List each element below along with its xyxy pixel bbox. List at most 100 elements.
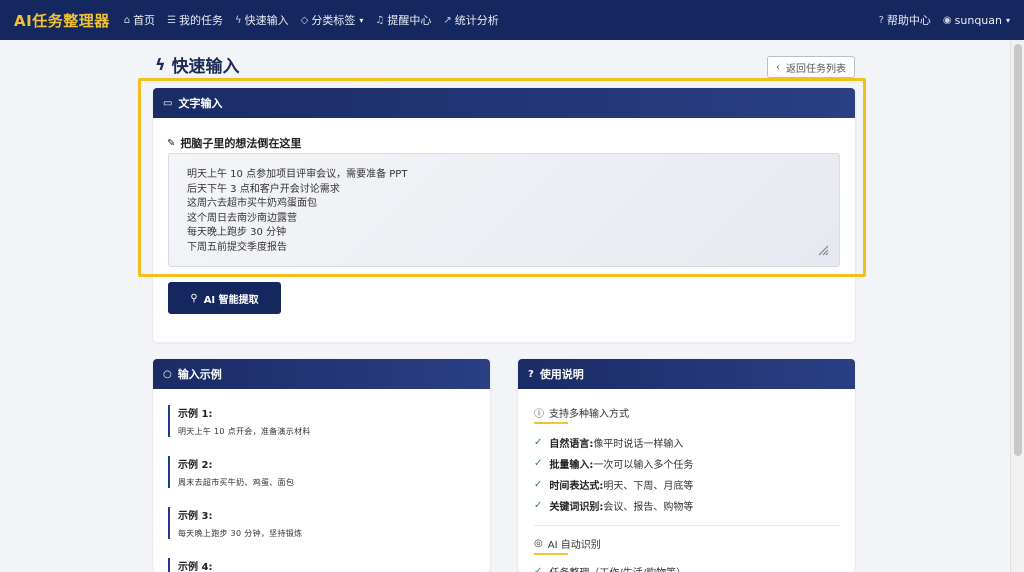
textarea-label-text: 把脑子里的想法倒在这里 [180, 137, 302, 150]
feature-desc: 像平时说话一样输入 [593, 439, 684, 450]
example-title: 示例 2: [178, 460, 213, 471]
home-icon: ⌂ [123, 14, 131, 26]
check-icon: ✓ [534, 458, 543, 469]
check-icon: ✓ [534, 566, 543, 572]
textarea-line: 这个周日去南沙南边露营 [187, 212, 297, 224]
chevron-down-icon: ▾ [1005, 15, 1010, 25]
page-title-text: 快速输入 [171, 57, 240, 77]
textarea-label: ✎ 把脑子里的想法倒在这里 [167, 135, 301, 151]
feature-item: ✓ 自然语言: 像平时说话一样输入 [534, 435, 683, 450]
example-item[interactable]: 示例 4: [168, 558, 478, 572]
feature-name: 关键词识别: [549, 502, 604, 513]
section-title-text: AI 自动识别 [547, 540, 601, 551]
feature-desc: 会议、报告、购物等 [603, 502, 694, 513]
chart-icon: ↗ [443, 14, 452, 26]
nav-help-label: 帮助中心 [886, 14, 931, 27]
example-text: 明天上午 10 点开会，准备演示材料 [178, 427, 311, 436]
nav-user-menu[interactable]: ◉ sunquan ▾ [943, 14, 1010, 27]
tag-icon: ◇ [300, 14, 309, 26]
back-to-task-list-button[interactable]: ‹ 返回任务列表 [767, 56, 855, 78]
keyboard-icon: ▭ [163, 97, 173, 109]
nav-right-group: ? 帮助中心 ◉ sunquan ▾ [867, 12, 1010, 28]
feature-name: 自然语言: [549, 439, 594, 450]
example-item[interactable]: 示例 1: 明天上午 10 点开会，准备演示材料 [168, 405, 478, 437]
bolt-icon: ϟ [235, 14, 242, 26]
bolt-icon: ϟ [155, 55, 166, 74]
edit-icon: ✎ [167, 137, 176, 149]
ai-extract-button-label: AI 智能提取 [203, 294, 259, 306]
back-button-label: 返回任务列表 [786, 63, 846, 75]
feature-desc: 任务整理（工作/生活/购物等） [549, 564, 686, 572]
usage-instructions-card: ? 使用说明 ⓘ 支持多种输入方式 ✓ 自然语言: 像平时说话一样输入 ✓ 批量输… [518, 359, 855, 572]
check-icon: ✓ [534, 479, 543, 490]
section-underline [534, 553, 568, 555]
nav-home-label: 首页 [133, 14, 156, 27]
tasks-icon: ☰ [167, 14, 177, 26]
feature-item: ✓ 时间表达式: 明天、下周、月底等 [534, 477, 693, 492]
chevron-down-icon: ▾ [359, 15, 364, 25]
resize-grip-icon[interactable] [817, 244, 829, 256]
top-navbar: AI任务整理器 ⌂ 首页 ☰ 我的任务 ϟ 快速输入 ◇ 分类标签 ▾ ♫ 提醒中心 ↗ 统计… [0, 0, 1024, 40]
nav-category-tags-label: 分类标签 [311, 14, 356, 27]
robot-icon: ◎ [534, 538, 543, 549]
text-input-card-title: 文字输入 [178, 97, 223, 110]
chevron-left-icon: ‹ [776, 61, 780, 73]
example-item[interactable]: 示例 2: 周末去超市买牛奶、鸡蛋、面包 [168, 456, 478, 488]
textarea-line: 每天晚上跑步 30 分钟 [187, 227, 287, 238]
section-title-ai-recognition: ◎ AI 自动识别 [534, 536, 601, 551]
nav-quick-input[interactable]: ϟ 快速输入 [235, 12, 289, 28]
nav-category-tags[interactable]: ◇ 分类标签 ▾ [301, 12, 364, 28]
textarea-line: 后天下午 3 点和客户开会讨论需求 [187, 183, 340, 195]
example-title: 示例 4: [178, 562, 213, 572]
lightbulb-icon: ○ [163, 368, 172, 380]
nav-home[interactable]: ⌂ 首页 [124, 12, 155, 28]
bell-icon: ♫ [375, 14, 385, 26]
nav-reminders[interactable]: ♫ 提醒中心 [375, 12, 431, 28]
question-circle-icon: ? [528, 368, 534, 380]
page-title: ϟ 快速输入 [155, 52, 240, 77]
feature-item: ✓ 批量输入: 一次可以输入多个任务 [534, 456, 693, 471]
nav-help[interactable]: ? 帮助中心 [879, 12, 931, 28]
textarea-line: 明天上午 10 点参加项目评审会议，需要准备 PPT [187, 169, 408, 180]
page-scrollbar[interactable] [1010, 40, 1024, 572]
scrollbar-thumb[interactable] [1014, 44, 1022, 456]
feature-name: 时间表达式: [549, 481, 604, 492]
example-text: 每天晚上跑步 30 分钟，坚持锻炼 [178, 529, 303, 538]
feature-name: 批量输入: [549, 460, 594, 471]
example-text: 周末去超市买牛奶、鸡蛋、面包 [178, 478, 295, 487]
nav-quick-input-label: 快速输入 [244, 14, 289, 27]
question-circle-icon: ? [878, 14, 884, 26]
nav-statistics-label: 统计分析 [454, 14, 499, 27]
section-divider [534, 525, 840, 526]
text-input-card: ▭ 文字输入 ✎ 把脑子里的想法倒在这里 明天上午 10 点参加项目评审会议，需… [153, 88, 855, 342]
feature-desc: 一次可以输入多个任务 [593, 460, 694, 471]
example-item[interactable]: 示例 3: 每天晚上跑步 30 分钟，坚持锻炼 [168, 507, 478, 539]
thoughts-textarea[interactable]: 明天上午 10 点参加项目评审会议，需要准备 PPT 后天下午 3 点和客户开会… [168, 153, 840, 267]
text-input-card-header: ▭ 文字输入 [153, 88, 855, 118]
check-icon: ✓ [534, 437, 543, 448]
examples-card-title: 输入示例 [177, 368, 222, 381]
ai-extract-button[interactable]: ⚲ AI 智能提取 [168, 282, 281, 314]
feature-item: ✓ 关键词识别: 会议、报告、购物等 [534, 498, 693, 513]
user-icon: ◉ [942, 14, 952, 26]
textarea-line: 这周六去超市买牛奶鸡蛋面包 [187, 198, 317, 209]
section-underline [534, 422, 568, 424]
input-examples-card: ○ 输入示例 示例 1: 明天上午 10 点开会，准备演示材料 示例 2: 周末… [153, 359, 490, 572]
example-title: 示例 3: [178, 511, 213, 522]
magic-wand-icon: ⚲ [190, 292, 198, 304]
nav-user-name: sunquan [954, 13, 1002, 27]
section-title-input-methods: ⓘ 支持多种输入方式 [534, 405, 629, 420]
info-circle-icon: ⓘ [534, 409, 544, 420]
brand-logo[interactable]: AI任务整理器 [14, 10, 110, 31]
nav-my-tasks[interactable]: ☰ 我的任务 [167, 12, 223, 28]
nav-reminders-label: 提醒中心 [387, 14, 432, 27]
example-title: 示例 1: [178, 409, 213, 420]
feature-item: ✓ 任务整理（工作/生活/购物等） [534, 564, 686, 572]
textarea-line: 下周五前提交季度报告 [187, 241, 287, 253]
usage-card-header: ? 使用说明 [518, 359, 855, 389]
section-title-text: 支持多种输入方式 [549, 409, 629, 420]
nav-statistics[interactable]: ↗ 统计分析 [443, 12, 498, 28]
feature-desc: 明天、下周、月底等 [603, 481, 694, 492]
examples-card-header: ○ 输入示例 [153, 359, 490, 389]
check-icon: ✓ [534, 500, 543, 511]
